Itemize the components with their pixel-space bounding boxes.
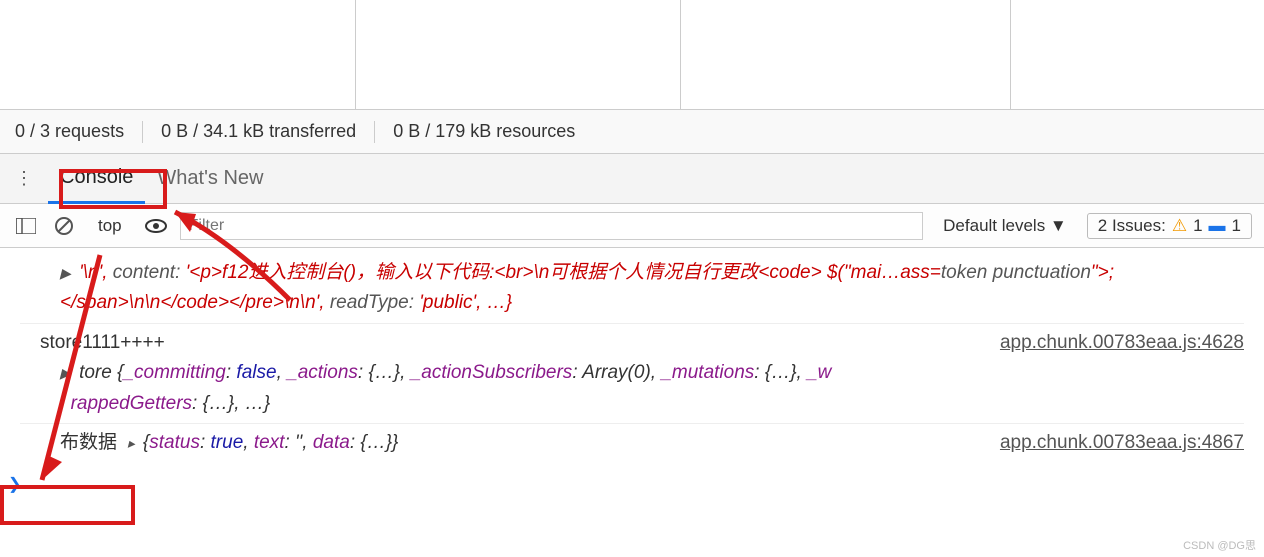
log-row[interactable]: ▶ '\n', content: '<p>f12进入控制台()，输入以下代码:<… — [20, 254, 1244, 324]
console-prompt[interactable]: ❯ — [8, 472, 1244, 498]
warning-icon: ⚠ — [1172, 216, 1187, 236]
log-label: 布数据 — [60, 432, 117, 453]
console-output: ▶ '\n', content: '<p>f12进入控制台()，输入以下代码:<… — [0, 248, 1264, 498]
issues-label: 2 Issues: — [1098, 216, 1166, 236]
watermark: CSDN @DG思 — [1183, 537, 1256, 553]
warning-count: 1 — [1193, 216, 1202, 236]
info-count: 1 — [1232, 216, 1241, 236]
transferred-size: 0 B / 34.1 kB transferred — [161, 121, 356, 142]
log-text: {status: true, text: '', data: {…}} — [143, 432, 399, 453]
tab-whats-new[interactable]: What's New — [145, 154, 275, 204]
log-row[interactable]: app.chunk.00783eaa.js:4628 store1111++++… — [20, 324, 1244, 424]
requests-count: 0 / 3 requests — [15, 121, 124, 142]
log-text: '\n', content: '<p>f12进入控制台()，输入以下代码:<br… — [60, 262, 1114, 313]
kebab-menu-icon[interactable]: ⋮ — [10, 165, 38, 193]
tab-console[interactable]: Console — [48, 154, 145, 204]
live-expression-icon[interactable] — [142, 212, 170, 240]
source-link[interactable]: app.chunk.00783eaa.js:4628 — [1000, 328, 1244, 358]
sidebar-toggle-icon[interactable] — [12, 212, 40, 240]
levels-dropdown[interactable]: Default levels ▼ — [933, 212, 1077, 240]
console-toolbar: top Default levels ▼ 2 Issues: ⚠ 1 ▬ 1 — [0, 204, 1264, 248]
source-link[interactable]: app.chunk.00783eaa.js:4867 — [1000, 428, 1244, 458]
log-text: tore {_committing: false, _actions: {…},… — [60, 362, 831, 413]
expand-icon[interactable]: ▸ — [128, 435, 135, 451]
info-icon: ▬ — [1209, 216, 1226, 236]
filter-input[interactable] — [180, 212, 924, 240]
expand-icon[interactable]: ▶ — [60, 365, 71, 381]
network-status-bar: 0 / 3 requests 0 B / 34.1 kB transferred… — [0, 110, 1264, 154]
issues-button[interactable]: 2 Issues: ⚠ 1 ▬ 1 — [1087, 213, 1252, 239]
clear-console-icon[interactable] — [50, 212, 78, 240]
context-selector[interactable]: top — [88, 212, 132, 240]
resources-size: 0 B / 179 kB resources — [393, 121, 575, 142]
drawer-tab-bar: ⋮ Console What's New — [0, 154, 1264, 204]
network-panel-placeholder — [0, 0, 1264, 110]
log-row[interactable]: app.chunk.00783eaa.js:4867 布数据 ▸ {status… — [20, 424, 1244, 462]
expand-icon[interactable]: ▶ — [60, 265, 71, 281]
